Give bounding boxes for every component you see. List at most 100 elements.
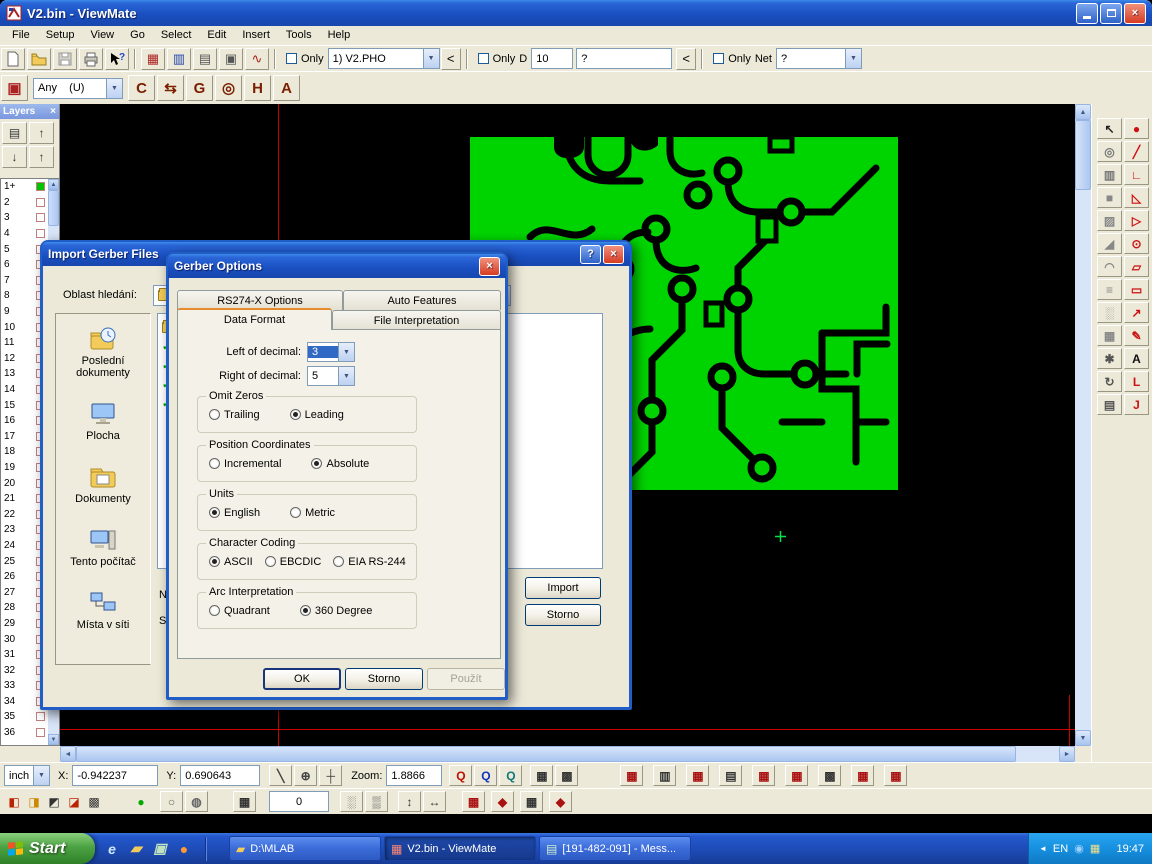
menu-item[interactable]: Edit xyxy=(199,26,234,45)
left-of-decimal-combo[interactable]: 3 ▼ xyxy=(307,342,355,362)
hatch-tool-icon[interactable]: ▨ xyxy=(1097,210,1122,231)
menu-item[interactable]: Setup xyxy=(38,26,83,45)
open-file-button[interactable] xyxy=(27,48,51,70)
dot-grid-1-icon[interactable]: ░ xyxy=(340,791,363,812)
dcode-input[interactable]: 10 xyxy=(531,48,573,69)
only-layer-checkbox[interactable] xyxy=(286,53,297,64)
taskbar-task-button[interactable]: ▦ V2.bin - ViewMate xyxy=(384,836,536,861)
insert-vertex-tool-icon[interactable]: ▷ xyxy=(1124,210,1149,231)
pad-view-4-icon[interactable]: ◆ xyxy=(549,791,572,812)
cancel-button[interactable]: Storno xyxy=(525,604,601,626)
aperture-flash-button[interactable]: ▣ xyxy=(1,75,28,101)
tray-keyboard-icon[interactable]: ▦ xyxy=(1090,842,1100,855)
layer-color-swatch[interactable] xyxy=(36,213,45,222)
taskbar-task-button[interactable]: ▰ D:\MLAB xyxy=(229,836,381,861)
diagonal-dim-tool-icon[interactable]: ↗ xyxy=(1124,302,1149,323)
flash-pad-tool-icon[interactable]: ● xyxy=(1124,118,1149,139)
context-help-button[interactable]: ? xyxy=(105,48,129,70)
scroll-up-icon[interactable]: ▲ xyxy=(48,179,59,190)
snap-mode-2-icon[interactable]: ◨ xyxy=(25,793,43,811)
anchor-vertical-icon[interactable]: ↕ xyxy=(398,791,421,812)
layer-color-swatch[interactable] xyxy=(36,728,45,737)
layer-stack-icon[interactable]: ▤ xyxy=(2,122,27,144)
dim-tool-icon[interactable]: ≡ xyxy=(1097,279,1122,300)
import-button[interactable]: Import xyxy=(525,577,601,599)
prev-dcode-button[interactable]: < xyxy=(676,48,696,70)
scroll-down-icon[interactable]: ▼ xyxy=(1075,730,1091,746)
film-pattern-4-icon[interactable]: ▤ xyxy=(719,765,742,786)
net-select-combo[interactable]: ? ▼ xyxy=(776,48,862,69)
film-pattern-8-icon[interactable]: ▦ xyxy=(851,765,874,786)
select-net-tool-icon[interactable]: ◎ xyxy=(1097,141,1122,162)
snap-mode-5-icon[interactable]: ▩ xyxy=(85,793,103,811)
tool-g-icon[interactable]: G xyxy=(186,75,213,101)
start-button[interactable]: Start xyxy=(0,833,95,864)
menu-item[interactable]: Select xyxy=(153,26,200,45)
film-pattern-9-icon[interactable]: ▦ xyxy=(884,765,907,786)
film-pattern-1-icon[interactable]: ▦ xyxy=(620,765,643,786)
probe-lamp-icon[interactable]: ◍ xyxy=(185,791,208,812)
tab-auto-features[interactable]: Auto Features xyxy=(343,290,501,310)
help-button[interactable]: ? xyxy=(580,245,601,264)
chevron-down-icon[interactable]: ▼ xyxy=(423,49,439,68)
place-recent-documents[interactable]: Poslední dokumenty xyxy=(58,326,148,379)
radio-option[interactable]: ASCII xyxy=(209,556,253,568)
menu-item[interactable]: View xyxy=(82,26,122,45)
tool-c-icon[interactable]: C xyxy=(128,75,155,101)
clock[interactable]: 19:47 xyxy=(1116,843,1144,855)
print-button[interactable] xyxy=(79,48,103,70)
angle-tool-icon[interactable]: ∟ xyxy=(1124,164,1149,185)
zoom-all-icon[interactable]: Q xyxy=(499,765,522,786)
layer-color-swatch[interactable] xyxy=(36,229,45,238)
radio-option[interactable]: Incremental xyxy=(209,458,281,470)
dashed-outline-tool-icon[interactable]: ◺ xyxy=(1124,187,1149,208)
selection-filter-combo[interactable]: Any (U) ▼ xyxy=(33,78,123,99)
film-compare-icon[interactable]: ▤ xyxy=(193,48,217,70)
restore-button[interactable] xyxy=(1100,3,1122,24)
measure-tool-icon[interactable]: ▥ xyxy=(1097,164,1122,185)
radio-option[interactable]: 360 Degree xyxy=(300,605,373,617)
line-tool-icon[interactable]: ╱ xyxy=(1124,141,1149,162)
tray-chevron-icon[interactable]: ◄ xyxy=(1039,844,1047,853)
tool-a-icon[interactable]: A xyxy=(273,75,300,101)
filled-rect-tool-icon[interactable]: ■ xyxy=(1097,187,1122,208)
close-icon[interactable]: × xyxy=(50,106,56,117)
radio-option[interactable]: Absolute xyxy=(311,458,369,470)
film-pattern-5-icon[interactable]: ▦ xyxy=(752,765,775,786)
layer-select-combo[interactable]: 1) V2.PHO ▼ xyxy=(328,48,440,69)
sketch-tool-icon[interactable]: ✎ xyxy=(1124,325,1149,346)
folder-quicklaunch-icon[interactable]: ▰ xyxy=(127,840,145,858)
tool-target-icon[interactable]: ◎ xyxy=(215,75,242,101)
origin-icon[interactable]: ⊕ xyxy=(294,765,317,786)
measure-diagonal-icon[interactable]: ╲ xyxy=(269,765,292,786)
only-net-checkbox[interactable] xyxy=(713,53,724,64)
tool-swap-icon[interactable]: ⇆ xyxy=(157,75,184,101)
anchor-horizontal-icon[interactable]: ↔ xyxy=(423,791,446,812)
close-button[interactable]: × xyxy=(603,245,624,264)
close-button[interactable]: × xyxy=(479,257,500,276)
taskbar-task-button[interactable]: ▤ [191-482-091] - Mess... xyxy=(539,836,691,861)
place-desktop[interactable]: Plocha xyxy=(58,401,148,442)
scroll-right-icon[interactable]: ► xyxy=(1059,746,1075,762)
radio-option[interactable]: Metric xyxy=(290,507,335,519)
scrollbar-thumb[interactable] xyxy=(48,190,59,226)
dcode-table-icon[interactable]: ▦ xyxy=(141,48,165,70)
save-file-button[interactable] xyxy=(53,48,77,70)
chevron-down-icon[interactable]: ▼ xyxy=(33,766,49,785)
layer-up-icon[interactable]: ↑ xyxy=(29,146,54,168)
slope-tool-icon[interactable]: ◢ xyxy=(1097,233,1122,254)
hook-tool-icon[interactable]: J xyxy=(1124,394,1149,415)
pad-view-3-icon[interactable]: ▦ xyxy=(520,791,543,812)
layers-panel-titlebar[interactable]: Layers × xyxy=(0,104,59,119)
net-grid-icon[interactable]: ▩ xyxy=(555,765,578,786)
radio-option[interactable]: Leading xyxy=(290,409,344,421)
cancel-button[interactable]: Storno xyxy=(345,668,423,690)
grid-step-field[interactable]: 0 xyxy=(269,791,329,812)
scrollbar-thumb[interactable] xyxy=(76,746,1016,762)
radio-option[interactable]: EBCDIC xyxy=(265,556,322,568)
tab-rs274x-options[interactable]: RS274-X Options xyxy=(177,290,343,310)
output-tool-icon[interactable]: ▤ xyxy=(1097,394,1122,415)
chevron-down-icon[interactable]: ▼ xyxy=(106,79,122,98)
browser-icon[interactable]: ● xyxy=(175,840,193,858)
pointer-tool-icon[interactable]: ↖ xyxy=(1097,118,1122,139)
